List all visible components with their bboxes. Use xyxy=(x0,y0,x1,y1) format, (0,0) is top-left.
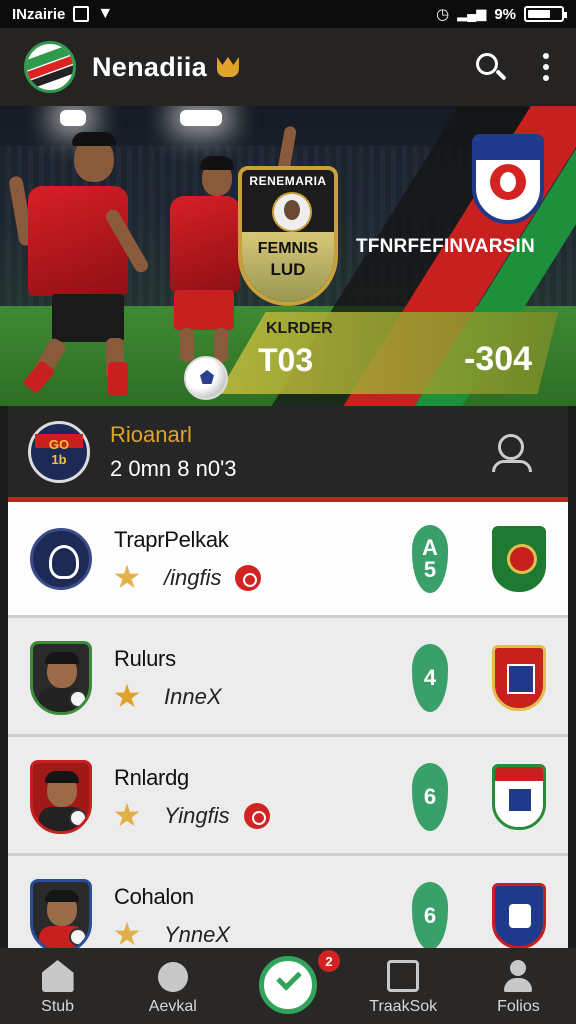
player-name: Cohalon xyxy=(114,883,194,909)
badge-text-bottom: 1b xyxy=(51,451,67,467)
rating-pill: A 5 xyxy=(412,524,448,593)
club-avatar xyxy=(30,527,92,590)
sim-icon xyxy=(73,6,90,22)
star-icon xyxy=(114,802,140,827)
profile-icon xyxy=(502,960,534,992)
hero-banner[interactable]: RENEMARIA FEMNIS LUD TFNRFEFINVARSIN KLR… xyxy=(0,106,576,406)
app-bar: Nenadiia xyxy=(0,28,576,106)
list-item[interactable]: Rulurs InneX 4 xyxy=(8,621,568,737)
player-avatar xyxy=(30,640,92,715)
rating-pill: 6 xyxy=(412,881,448,948)
featured-club-badge: GO 1b xyxy=(28,420,90,483)
list-item[interactable]: Cohalon YnneX 6 xyxy=(8,859,568,948)
check-icon xyxy=(276,965,302,991)
player-tag: YnneX xyxy=(164,921,231,947)
nav-item-traaksok[interactable]: TraakSok xyxy=(346,948,461,1024)
nav-item-folios[interactable]: Folios xyxy=(461,948,576,1024)
nav-label: Aevkal xyxy=(148,998,197,1015)
score-strip: KLRDER T03 -304 xyxy=(218,312,558,394)
home-club-crest: RENEMARIA FEMNIS LUD xyxy=(238,166,338,306)
star-icon xyxy=(114,564,140,589)
more-options-button[interactable] xyxy=(540,47,552,87)
crest-portrait-icon xyxy=(272,192,312,232)
crest-title: RENEMARIA xyxy=(249,174,327,188)
nav-label: Folios xyxy=(497,998,540,1015)
club-crest-icon xyxy=(492,644,546,711)
app-logo[interactable] xyxy=(24,41,76,93)
user-search-icon xyxy=(498,433,524,460)
carrier-label: INzairie xyxy=(12,5,66,23)
home-icon xyxy=(41,960,74,992)
player-kick-icon xyxy=(157,962,188,992)
alarm-icon: ◷ xyxy=(436,6,450,23)
battery-percent: 9% xyxy=(494,5,516,23)
club-crest-icon xyxy=(492,882,546,948)
player-avatar xyxy=(30,878,92,948)
rating-pill: 6 xyxy=(412,762,448,831)
app-title: Nenadiia xyxy=(92,51,207,82)
list-item[interactable]: TraprPelkak /ingfis A 5 xyxy=(8,502,568,618)
badge-text-top: GO xyxy=(48,436,70,452)
hero-headline: TFNRFEFINVARSIN xyxy=(356,236,535,257)
center-action-button[interactable] xyxy=(259,956,317,1014)
featured-name: Rioanarl xyxy=(110,421,192,447)
record-icon xyxy=(243,802,270,829)
player-tag: InneX xyxy=(164,683,222,709)
away-club-crest xyxy=(472,134,544,224)
nav-item-aevkal[interactable]: Aevkal xyxy=(115,948,230,1024)
crest-subtitle-2: LUD xyxy=(270,260,306,279)
nav-label: TraakSok xyxy=(369,998,438,1015)
player-tag: /ingfis xyxy=(164,564,222,590)
player-tag: Yingfis xyxy=(164,802,230,828)
nav-item-stub[interactable]: Stub xyxy=(0,948,115,1024)
star-icon xyxy=(114,921,140,946)
score-right: -304 xyxy=(464,340,533,378)
player-avatar xyxy=(30,759,92,834)
crown-icon xyxy=(216,57,239,77)
tv-icon xyxy=(387,960,420,992)
featured-subtitle: 2 0mn 8 n0'3 xyxy=(110,455,237,481)
club-crest-icon xyxy=(492,763,546,830)
score-left: T03 xyxy=(258,342,314,378)
football-icon xyxy=(184,356,228,400)
status-bar: INzairie ▼ ◷ ▂▄▆ 9% xyxy=(0,0,576,28)
player-list: TraprPelkak /ingfis A 5 Rulurs InneX 4 R… xyxy=(8,502,568,948)
notification-badge: 2 xyxy=(318,950,340,972)
score-strip-label: KLRDER xyxy=(266,320,333,337)
player-search-button[interactable] xyxy=(490,430,534,474)
signal-icon: ▂▄▆ xyxy=(457,6,487,21)
player-name: TraprPelkak xyxy=(114,526,229,552)
list-item[interactable]: Rnlardg Yingfis 6 xyxy=(8,740,568,856)
bottom-navigation: Stub Aevkal TraakSok Folios xyxy=(0,948,576,1024)
wifi-icon: ▼ xyxy=(97,5,114,22)
search-button[interactable] xyxy=(470,47,510,87)
record-icon xyxy=(235,564,262,591)
crest-subtitle: FEMNIS xyxy=(257,240,319,257)
featured-player-card[interactable]: GO 1b Rioanarl 2 0mn 8 n0'3 xyxy=(8,406,568,502)
nav-label: Stub xyxy=(41,998,75,1015)
player-name: Rnlardg xyxy=(114,764,189,790)
battery-icon xyxy=(524,6,567,22)
star-icon xyxy=(114,683,140,708)
rating-pill: 4 xyxy=(412,643,448,712)
player-name: Rulurs xyxy=(114,645,176,671)
club-crest-icon xyxy=(492,525,546,592)
